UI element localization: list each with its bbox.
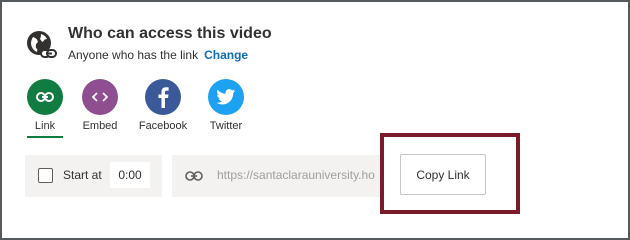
link-icon [185,171,203,181]
share-option-embed[interactable]: Embed [70,79,130,132]
change-access-link[interactable]: Change [204,48,248,62]
share-option-link[interactable]: Link [15,79,75,132]
share-option-label: Facebook [138,120,188,132]
link-icon [27,79,63,115]
link-url-panel: https://santaclarauniversity.ho [172,155,384,197]
access-text: Anyone who has the link [68,48,199,62]
start-at-checkbox[interactable] [38,168,53,183]
twitter-icon [208,79,244,115]
share-option-facebook[interactable]: Facebook [133,79,193,132]
start-at-panel: Start at [25,155,162,197]
globe-link-icon [27,31,57,58]
start-time-input[interactable] [110,162,150,188]
facebook-icon [145,79,181,115]
access-description: Anyone who has the link Change [68,48,248,62]
share-dialog: Who can access this video Anyone who has… [0,0,630,240]
dialog-title: Who can access this video [68,25,272,42]
share-option-label: Embed [82,120,118,132]
active-tab-indicator [27,136,63,138]
share-url-text[interactable]: https://santaclarauniversity.ho [217,168,375,182]
embed-icon [82,79,118,115]
share-option-label: Twitter [209,120,243,132]
start-at-label: Start at [63,168,102,182]
copy-link-button[interactable]: Copy Link [400,154,486,195]
share-option-label: Link [34,120,56,132]
share-option-twitter[interactable]: Twitter [196,79,256,132]
